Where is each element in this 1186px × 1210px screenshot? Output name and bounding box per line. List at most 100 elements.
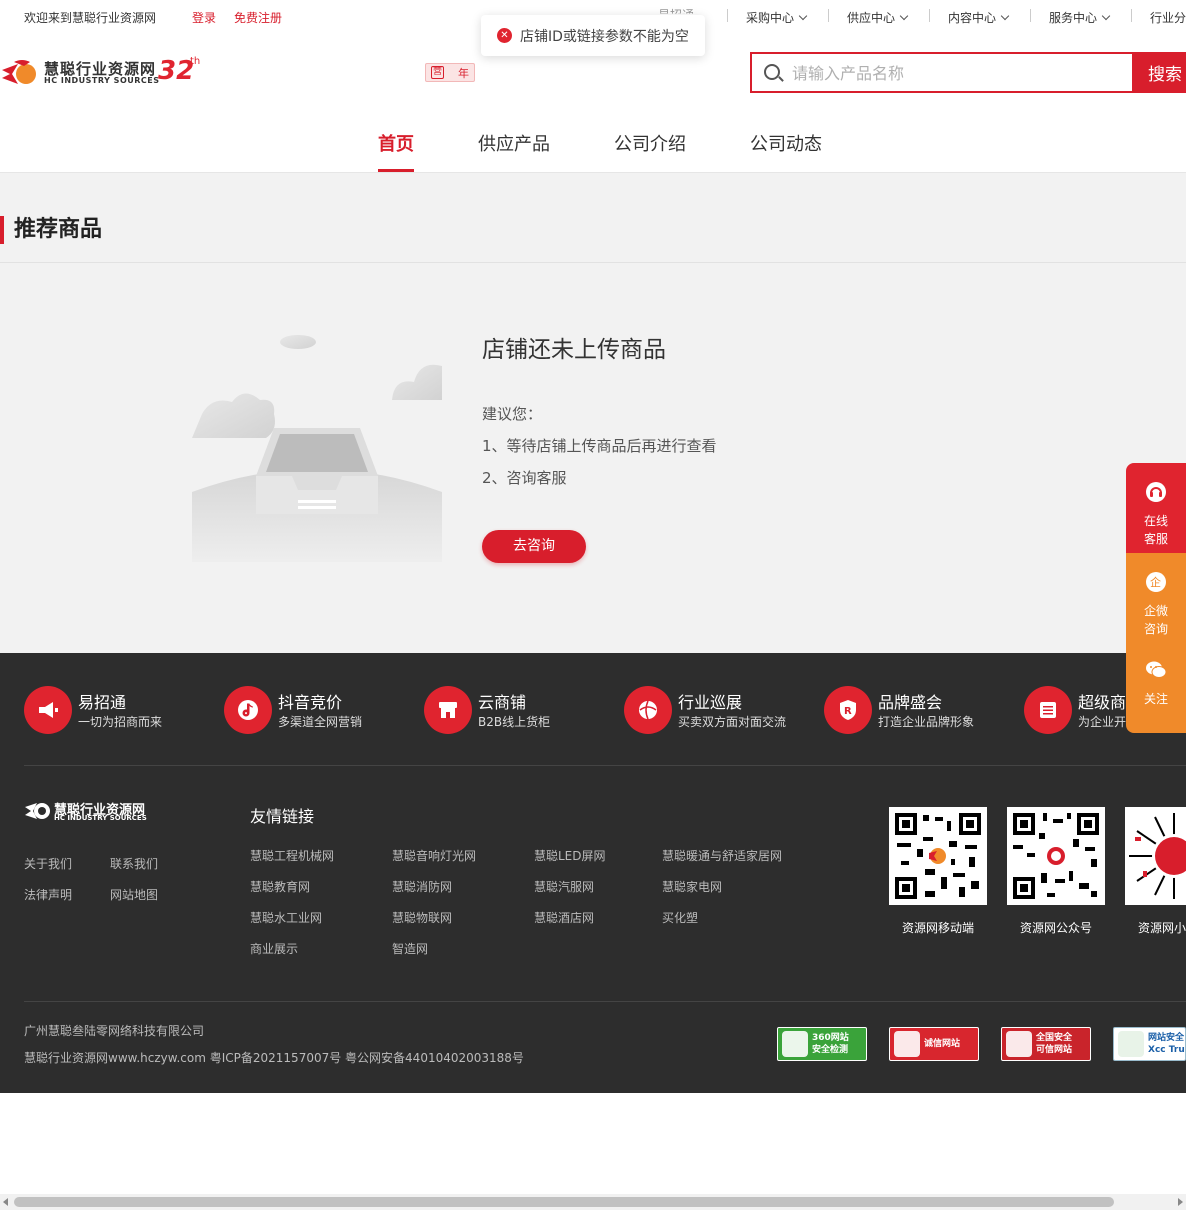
- empty-title: 店铺还未上传商品: [482, 337, 666, 363]
- credit-icon: [894, 1031, 920, 1057]
- site-logo[interactable]: 慧聪行业资源网 HC INDUSTRY SOURCES 32 th: [0, 54, 210, 94]
- qr-code-mobile: [889, 807, 987, 905]
- scroll-right-arrow-icon[interactable]: [1178, 1198, 1183, 1206]
- shield-icon: R: [824, 686, 872, 734]
- company-name: 广州慧聪叁陆零网络科技有限公司: [24, 1024, 205, 1038]
- top-nav-service[interactable]: 服务中心: [1049, 9, 1111, 26]
- section-title: 推荐商品: [0, 216, 102, 244]
- service-name: 易招通: [78, 693, 127, 712]
- error-toast: ✕ 店铺ID或链接参数不能为空: [481, 15, 705, 56]
- scrollbar-thumb[interactable]: [14, 1197, 1114, 1207]
- search-box: 搜索: [750, 52, 1186, 93]
- login-link[interactable]: 登录: [192, 9, 216, 26]
- shield-check-icon: [1118, 1031, 1144, 1057]
- search-input[interactable]: [792, 62, 1122, 84]
- site-security-badge[interactable]: 网站安全 Xcc Tru: [1113, 1027, 1186, 1061]
- friend-link[interactable]: 慧聪物联网: [392, 909, 452, 926]
- qr-label: 资源网公众号: [1020, 921, 1093, 935]
- wecom-consult-button[interactable]: 企 企微 咨询: [1126, 553, 1186, 643]
- friend-link[interactable]: 慧聪汽服网: [534, 878, 594, 895]
- top-nav-supply[interactable]: 供应中心: [847, 9, 909, 26]
- chevron-down-icon: [899, 11, 909, 20]
- top-nav-purchase[interactable]: 采购中心: [746, 9, 808, 26]
- megaphone-icon: [24, 686, 72, 734]
- content-area: [0, 173, 1186, 653]
- empty-suggestion-2: 2、咨询客服: [482, 469, 567, 487]
- divider: [24, 765, 1186, 766]
- nav-products[interactable]: 供应产品: [478, 130, 550, 156]
- headset-icon: [1146, 482, 1166, 502]
- scroll-left-arrow-icon[interactable]: [3, 1198, 8, 1206]
- service-desc: 一切为招商而来: [78, 715, 163, 729]
- online-service-button[interactable]: 在线 客服: [1126, 463, 1186, 553]
- friend-link[interactable]: 买化塑: [662, 909, 698, 926]
- register-link[interactable]: 免费注册: [234, 9, 282, 26]
- service-name: 云商铺: [478, 693, 527, 712]
- qr-label: 资源网小: [1138, 921, 1186, 935]
- magnifier-icon: [782, 1031, 808, 1057]
- friend-link[interactable]: 慧聪消防网: [392, 878, 452, 895]
- divider: [929, 9, 930, 22]
- empty-suggestion-1: 1、等待店铺上传商品后再进行查看: [482, 437, 717, 455]
- sitemap-link[interactable]: 网站地图: [110, 886, 158, 903]
- friend-link[interactable]: 商业展示: [250, 940, 298, 957]
- service-desc: 为企业开: [1078, 715, 1127, 729]
- logo-years-suffix: th: [190, 56, 201, 67]
- service-name: 超级商: [1078, 693, 1127, 712]
- friend-link[interactable]: 慧聪家电网: [662, 878, 722, 895]
- 360-safety-badge[interactable]: 360网站 安全检测: [777, 1027, 867, 1061]
- service-desc: 买卖双方面对面交流: [678, 715, 787, 729]
- legal-link[interactable]: 法律声明: [24, 886, 72, 903]
- friend-link[interactable]: 慧聪水工业网: [250, 909, 322, 926]
- chevron-down-icon: [798, 11, 808, 20]
- divider: [1131, 9, 1132, 22]
- search-button[interactable]: 搜索: [1132, 52, 1186, 93]
- chevron-down-icon: [1000, 11, 1010, 20]
- friend-link[interactable]: 慧聪LED屏网: [534, 847, 606, 864]
- years-label: 年: [458, 66, 469, 80]
- top-nav-content[interactable]: 内容中心: [948, 9, 1010, 26]
- service-desc: B2B线上货柜: [478, 715, 551, 729]
- trusted-site-badge[interactable]: 全国安全 可信网站: [1001, 1027, 1091, 1061]
- tiktok-icon: [224, 686, 272, 734]
- nav-home[interactable]: 首页: [378, 130, 414, 156]
- business-years-badge: 营 年: [425, 63, 475, 82]
- welcome-text: 欢迎来到慧聪行业资源网: [24, 11, 157, 25]
- logo-english: HC INDUSTRY SOURCES: [44, 76, 160, 85]
- service-name: 抖音竞价: [278, 693, 343, 712]
- contact-us-link[interactable]: 联系我们: [110, 855, 158, 872]
- service-desc: 打造企业品牌形象: [878, 715, 975, 729]
- friend-link[interactable]: 慧聪工程机械网: [250, 847, 334, 864]
- friend-link[interactable]: 慧聪音响灯光网: [392, 847, 476, 864]
- friend-link[interactable]: 慧聪教育网: [250, 878, 310, 895]
- qr-code-mini-program: [1125, 807, 1186, 905]
- service-desc: 多渠道全网营销: [278, 715, 363, 729]
- divider: [1030, 9, 1031, 22]
- logo-mark-icon: [25, 803, 50, 819]
- error-icon: ✕: [497, 28, 512, 43]
- horizontal-scrollbar[interactable]: [0, 1194, 1186, 1210]
- friend-link[interactable]: 慧聪暖通与舒适家居网: [662, 847, 782, 864]
- footer-logo[interactable]: 慧聪行业资源网 HC INDUSTRY SOURCES: [24, 797, 164, 827]
- shield-check-icon: [1006, 1031, 1032, 1057]
- divider: [727, 9, 728, 22]
- empty-suggest-label: 建议您：: [482, 405, 543, 423]
- credit-site-badge[interactable]: 诚信网站: [889, 1027, 979, 1061]
- service-name: 品牌盛会: [878, 693, 943, 712]
- logo-mark-icon: [2, 60, 36, 84]
- about-us-link[interactable]: 关于我们: [24, 855, 72, 872]
- svg-text:企: 企: [1150, 575, 1161, 589]
- top-nav-industry[interactable]: 行业分: [1150, 9, 1186, 26]
- logo-years: 32: [158, 56, 195, 86]
- consult-button[interactable]: 去咨询: [482, 530, 586, 563]
- toast-message: 店铺ID或链接参数不能为空: [520, 28, 689, 45]
- icp-record[interactable]: 慧聪行业资源网www.hczyw.com 粤ICP备2021157007号 粤公…: [24, 1049, 524, 1066]
- globe-icon: [624, 686, 672, 734]
- nav-company-intro[interactable]: 公司介绍: [614, 130, 686, 156]
- friend-link[interactable]: 智造网: [392, 940, 428, 957]
- follow-button[interactable]: 关注: [1126, 643, 1186, 733]
- divider: [0, 262, 1186, 263]
- friend-link[interactable]: 慧聪酒店网: [534, 909, 594, 926]
- footer-logo-english: HC INDUSTRY SOURCES: [54, 814, 147, 822]
- nav-company-news[interactable]: 公司动态: [750, 130, 822, 156]
